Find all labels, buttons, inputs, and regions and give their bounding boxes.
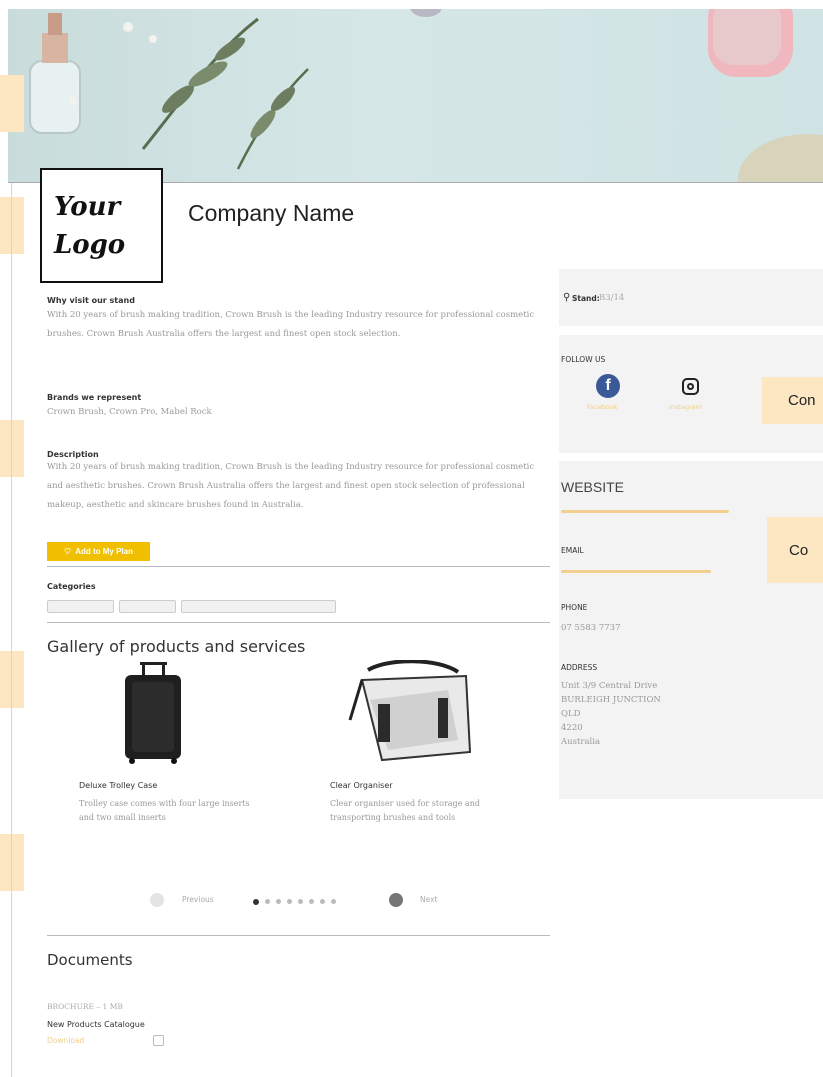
banner-illustration xyxy=(29,9,823,182)
overlay-label: Co xyxy=(767,517,823,583)
left-border xyxy=(11,183,12,1077)
add-to-favourites-button[interactable]: ♡ Add to My Plan xyxy=(47,542,150,561)
document-meta: BROCHURE – 1 MB xyxy=(47,1002,123,1011)
previous-link[interactable]: Previous xyxy=(182,895,214,904)
carousel-dot[interactable] xyxy=(331,899,336,904)
stand-card: ⚲ Stand: B3/14 xyxy=(559,269,823,326)
product-description: Clear organiser used for storage and tra… xyxy=(330,799,480,822)
annotation-tab xyxy=(0,75,24,132)
company-name: Company Name xyxy=(188,200,355,226)
category-tags xyxy=(47,598,341,617)
document-download-link[interactable]: Download xyxy=(47,1036,84,1045)
address-line: Unit 3/9 Central Drive xyxy=(561,681,658,691)
description-text: With 20 years of brush making tradition,… xyxy=(47,462,535,510)
category-tag[interactable] xyxy=(119,600,176,613)
address-heading: ADDRESS xyxy=(561,663,598,672)
divider xyxy=(47,935,550,936)
add-to-favourites-label: Add to My Plan xyxy=(75,547,133,556)
annotation-tab xyxy=(0,651,24,708)
location-pin-icon: ⚲ xyxy=(563,292,571,303)
annotation-tab xyxy=(0,420,24,477)
next-arrow-icon[interactable] xyxy=(389,893,403,907)
instagram-icon[interactable] xyxy=(682,378,699,395)
annotation-tab xyxy=(0,197,24,254)
address-block: Unit 3/9 Central Drive BURLEIGH JUNCTION… xyxy=(561,679,661,749)
carousel-dots xyxy=(253,899,336,905)
facebook-icon[interactable]: f xyxy=(596,374,620,398)
categories-heading: Categories xyxy=(47,582,96,591)
logo-line-2: Logo xyxy=(54,229,126,260)
phone-value[interactable]: 07 5583 7737 xyxy=(561,621,620,635)
carousel-dot[interactable] xyxy=(309,899,314,904)
divider xyxy=(47,566,550,567)
address-line: BURLEIGH JUNCTION xyxy=(561,695,661,705)
carousel-dot[interactable] xyxy=(265,899,270,904)
stand-value: B3/14 xyxy=(599,293,625,303)
product-image-organiser[interactable] xyxy=(348,659,476,766)
carousel-dot[interactable] xyxy=(320,899,325,904)
download-icon[interactable] xyxy=(153,1035,164,1046)
product-name[interactable]: Deluxe Trolley Case xyxy=(79,781,157,790)
address-line: Australia xyxy=(561,737,601,747)
why-visit-text: With 20 years of brush making tradition,… xyxy=(47,310,535,339)
email-heading: EMAIL xyxy=(561,546,584,555)
company-logo: Your Logo xyxy=(40,168,163,283)
document-name[interactable]: New Products Catalogue xyxy=(47,1020,145,1029)
next-link[interactable]: Next xyxy=(420,895,437,904)
overlay-label: Con xyxy=(762,377,823,424)
divider xyxy=(47,622,550,623)
brands-heading: Brands we represent xyxy=(47,393,142,402)
category-tag[interactable] xyxy=(47,600,114,613)
gallery-title: Gallery of products and services xyxy=(47,637,306,656)
category-tag[interactable] xyxy=(181,600,336,613)
product-description: Trolley case comes with four large inser… xyxy=(79,799,250,822)
address-line: QLD xyxy=(561,709,581,719)
facebook-label[interactable]: Facebook xyxy=(587,403,618,411)
website-link[interactable] xyxy=(561,510,729,513)
address-line: 4220 xyxy=(561,723,583,733)
overlay-label-text: Con xyxy=(788,392,816,409)
previous-arrow-icon[interactable] xyxy=(150,893,164,907)
why-visit-heading: Why visit our stand xyxy=(47,296,135,305)
product-name[interactable]: Clear Organiser xyxy=(330,781,393,790)
logo-line-1: Your xyxy=(54,191,121,222)
carousel-dot[interactable] xyxy=(276,899,281,904)
banner-image xyxy=(8,9,823,183)
carousel-dot-active[interactable] xyxy=(253,899,259,905)
documents-title: Documents xyxy=(47,951,133,969)
annotation-tab xyxy=(0,834,24,891)
brands-text: Crown Brush, Crown Pro, Mabel Rock xyxy=(47,407,212,417)
phone-heading: PHONE xyxy=(561,603,588,612)
follow-us-heading: FOLLOW US xyxy=(561,355,606,364)
carousel-dot[interactable] xyxy=(298,899,303,904)
instagram-label[interactable]: Instagram xyxy=(669,403,702,411)
stand-label: Stand: xyxy=(572,294,600,303)
website-heading: WEBSITE xyxy=(561,479,625,495)
carousel-dot[interactable] xyxy=(287,899,292,904)
product-image-trolley[interactable] xyxy=(122,660,184,764)
heart-icon: ♡ xyxy=(64,547,72,556)
contact-card: WEBSITE EMAIL PHONE 07 5583 7737 ADDRESS… xyxy=(559,461,823,799)
email-link[interactable] xyxy=(561,570,711,573)
overlay-label-text: Co xyxy=(789,541,809,559)
